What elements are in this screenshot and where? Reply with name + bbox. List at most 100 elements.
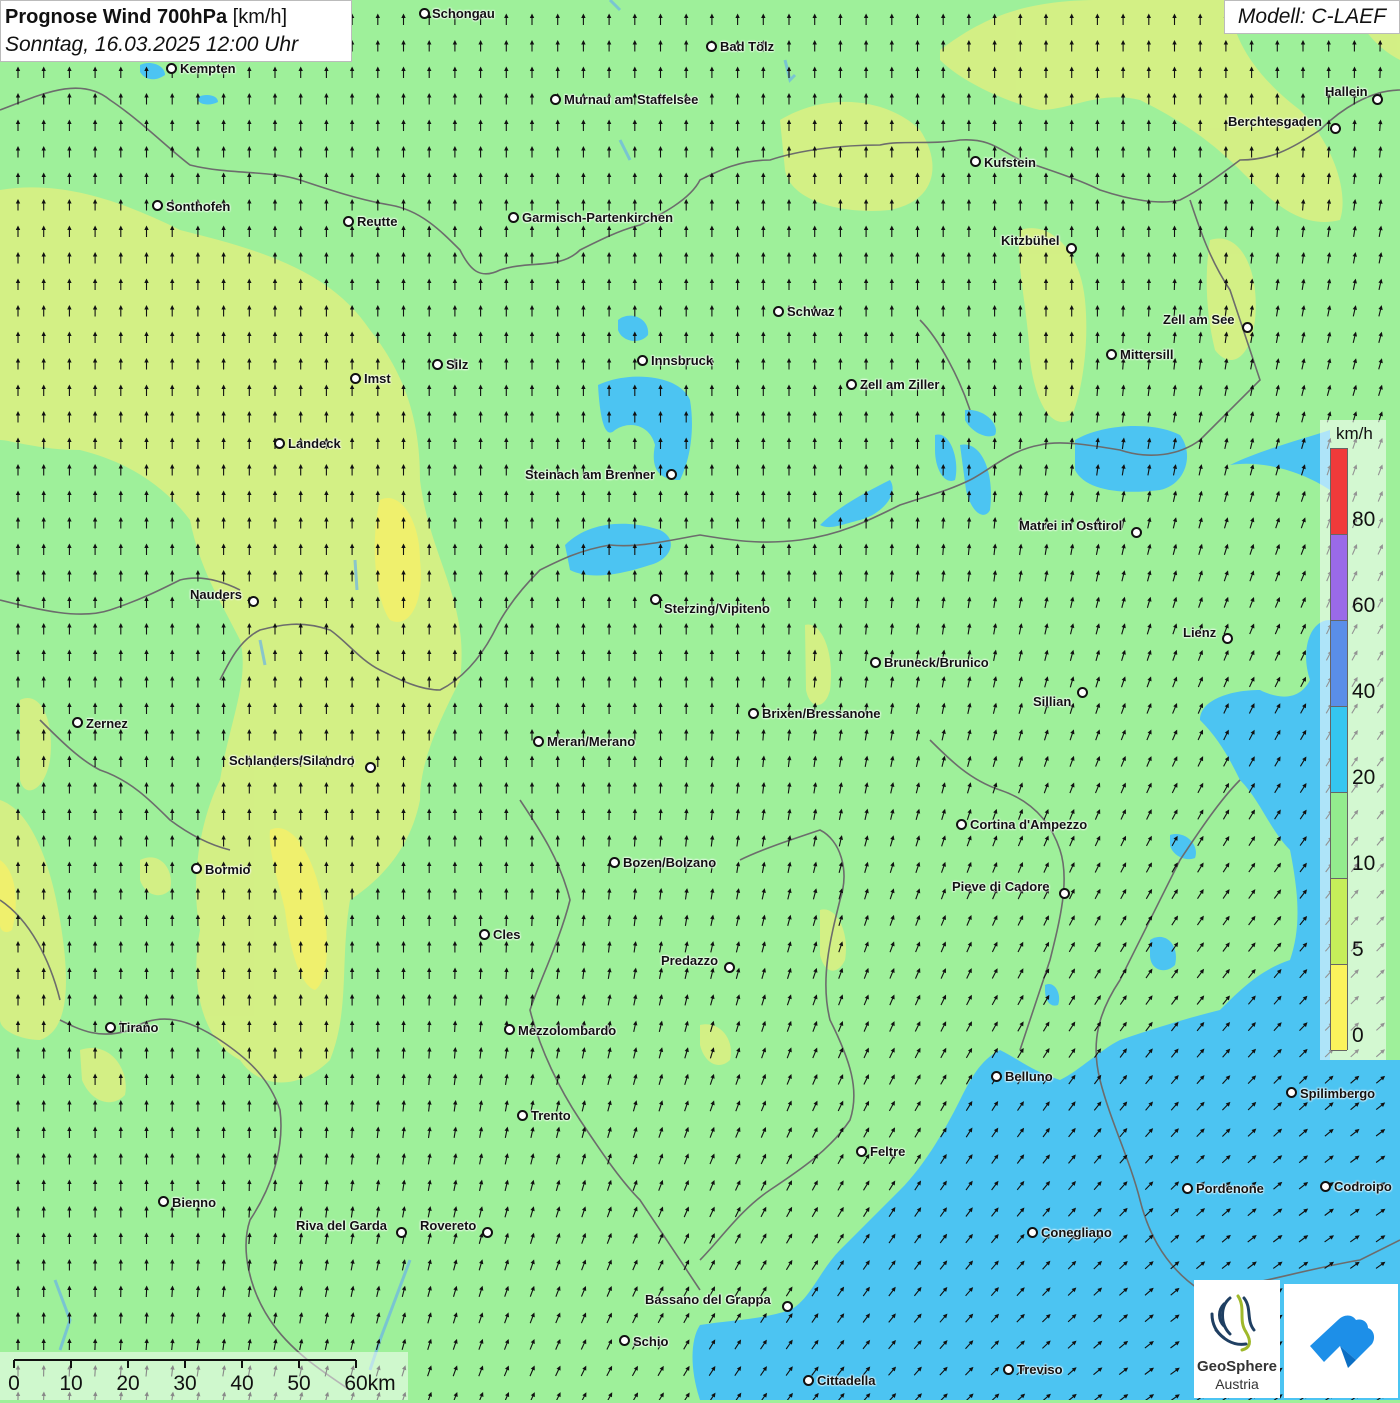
cloud-logo[interactable] bbox=[1284, 1284, 1398, 1398]
city-marker-sonthofen bbox=[152, 200, 163, 211]
city-label-bruneck-brunico: Bruneck/Brunico bbox=[884, 655, 989, 670]
city-marker-bienno bbox=[158, 1196, 169, 1207]
city-marker-cittadella bbox=[803, 1375, 814, 1386]
city-label-zell-am-see: Zell am See bbox=[1163, 312, 1235, 327]
city-label-zernez: Zernez bbox=[86, 716, 128, 731]
legend-label: 60 bbox=[1352, 594, 1375, 618]
city-marker-innsbruck bbox=[637, 355, 648, 366]
legend-label: 5 bbox=[1352, 938, 1364, 962]
city-label-spilimbergo: Spilimbergo bbox=[1300, 1086, 1375, 1101]
legend-segment bbox=[1331, 535, 1347, 621]
legend-segment bbox=[1331, 879, 1347, 965]
city-label-sonthofen: Sonthofen bbox=[166, 199, 230, 214]
scale-label: 10 bbox=[59, 1372, 82, 1396]
geosphere-logo[interactable]: GeoSphere Austria bbox=[1194, 1280, 1280, 1398]
city-marker-trento bbox=[517, 1110, 528, 1121]
city-marker-zell-am-ziller bbox=[846, 379, 857, 390]
legend-label: 80 bbox=[1352, 508, 1375, 532]
city-marker-tirano bbox=[105, 1022, 116, 1033]
city-label-schongau: Schongau bbox=[432, 6, 495, 21]
scale-label: 50 bbox=[287, 1372, 310, 1396]
city-label-schio: Schio bbox=[633, 1334, 668, 1349]
city-label-cles: Cles bbox=[493, 927, 520, 942]
city-label-bassano-del-grappa: Bassano del Grappa bbox=[645, 1292, 771, 1307]
city-marker-bormio bbox=[191, 863, 202, 874]
scale-label: 40 bbox=[230, 1372, 253, 1396]
city-marker-nauders bbox=[248, 596, 259, 607]
city-marker-rovereto bbox=[482, 1227, 493, 1238]
scale-bar: 0102030405060km bbox=[0, 1352, 408, 1400]
city-marker-bruneck-brunico bbox=[870, 657, 881, 668]
forecast-datetime: Sonntag, 16.03.2025 12:00 Uhr bbox=[5, 31, 347, 59]
city-marker-silz bbox=[432, 359, 443, 370]
city-marker-schongau bbox=[419, 8, 430, 19]
city-marker-sillian bbox=[1077, 687, 1088, 698]
city-label-sillian: Sillian bbox=[1033, 694, 1071, 709]
city-label-imst: Imst bbox=[364, 371, 391, 386]
city-marker-zell-am-see bbox=[1242, 322, 1253, 333]
legend-segment bbox=[1331, 793, 1347, 879]
city-marker-berchtesgaden bbox=[1330, 123, 1341, 134]
title-unit: [km/h] bbox=[233, 6, 287, 28]
city-label-kempten: Kempten bbox=[180, 61, 236, 76]
city-label-rovereto: Rovereto bbox=[420, 1218, 476, 1233]
city-marker-bassano-del-grappa bbox=[782, 1301, 793, 1312]
city-label-berchtesgaden: Berchtesgaden bbox=[1228, 114, 1322, 129]
legend-segment bbox=[1331, 707, 1347, 793]
city-marker-landeck bbox=[274, 438, 285, 449]
city-label-lienz: Lienz bbox=[1183, 625, 1216, 640]
city-marker-kufstein bbox=[970, 156, 981, 167]
legend-label: 40 bbox=[1352, 680, 1375, 704]
city-marker-belluno bbox=[991, 1071, 1002, 1082]
city-label-garmisch-partenkirchen: Garmisch-Partenkirchen bbox=[522, 210, 673, 225]
model-label: Modell: C-LAEF bbox=[1224, 0, 1400, 34]
city-label-schlanders-silandro: Schlanders/Silandro bbox=[229, 753, 355, 768]
city-label-tirano: Tirano bbox=[119, 1020, 159, 1035]
scale-label: 60km bbox=[344, 1372, 395, 1396]
city-marker-sterzing-vipiteno bbox=[650, 594, 661, 605]
city-marker-meran-merano bbox=[533, 736, 544, 747]
city-label-cittadella: Cittadella bbox=[817, 1373, 876, 1388]
geosphere-country: Austria bbox=[1194, 1376, 1280, 1392]
city-marker-codroipo bbox=[1320, 1181, 1331, 1192]
city-marker-cortina-d-ampezzo bbox=[956, 819, 967, 830]
legend-label: 20 bbox=[1352, 766, 1375, 790]
city-label-hallein: Hallein bbox=[1325, 84, 1368, 99]
city-marker-conegliano bbox=[1027, 1227, 1038, 1238]
city-label-pieve-di-cadore: Pieve di Cadore bbox=[952, 879, 1050, 894]
city-label-sterzing-vipiteno: Sterzing/Vipiteno bbox=[664, 601, 770, 616]
city-label-brixen-bressanone: Brixen/Bressanone bbox=[762, 706, 881, 721]
title-box: Prognose Wind 700hPa [km/h] Sonntag, 16.… bbox=[0, 0, 352, 62]
city-label-conegliano: Conegliano bbox=[1041, 1225, 1112, 1240]
city-label-kufstein: Kufstein bbox=[984, 155, 1036, 170]
city-marker-kempten bbox=[166, 63, 177, 74]
city-marker-zernez bbox=[72, 717, 83, 728]
city-label-mittersill: Mittersill bbox=[1120, 347, 1173, 362]
legend-label: 0 bbox=[1352, 1024, 1364, 1048]
city-marker-bozen-bolzano bbox=[609, 857, 620, 868]
city-label-innsbruck: Innsbruck bbox=[651, 353, 713, 368]
city-label-meran-merano: Meran/Merano bbox=[547, 734, 635, 749]
city-label-codroipo: Codroipo bbox=[1334, 1179, 1392, 1194]
city-marker-matrei-in-osttirol bbox=[1131, 527, 1142, 538]
title-bold: Prognose Wind 700hPa bbox=[5, 6, 227, 28]
geosphere-logo-icon bbox=[1194, 1284, 1280, 1362]
city-marker-predazzo bbox=[724, 962, 735, 973]
city-marker-brixen-bressanone bbox=[748, 708, 759, 719]
city-marker-lienz bbox=[1222, 633, 1233, 644]
city-marker-mezzolombardo bbox=[504, 1024, 515, 1035]
city-label-nauders: Nauders bbox=[190, 587, 242, 602]
city-label-mezzolombardo: Mezzolombardo bbox=[518, 1023, 616, 1038]
city-marker-pordenone bbox=[1182, 1183, 1193, 1194]
city-label-belluno: Belluno bbox=[1005, 1069, 1053, 1084]
city-marker-murnau-am-staffelsee bbox=[550, 94, 561, 105]
city-label-bormio: Bormio bbox=[205, 862, 251, 877]
scale-label: 20 bbox=[116, 1372, 139, 1396]
city-label-murnau-am-staffelsee: Murnau am Staffelsee bbox=[564, 92, 698, 107]
city-marker-schio bbox=[619, 1335, 630, 1346]
city-label-riva-del-garda: Riva del Garda bbox=[296, 1218, 387, 1233]
city-label-steinach-am-brenner: Steinach am Brenner bbox=[525, 467, 655, 482]
city-marker-hallein bbox=[1372, 94, 1383, 105]
city-marker-steinach-am-brenner bbox=[666, 469, 677, 480]
city-label-pordenone: Pordenone bbox=[1196, 1181, 1264, 1196]
